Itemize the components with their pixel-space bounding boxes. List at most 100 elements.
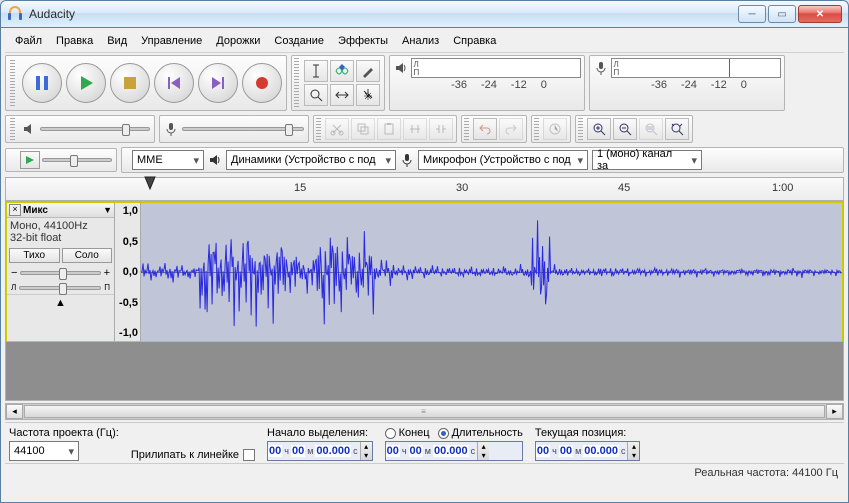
silence-button[interactable] xyxy=(429,118,453,140)
menu-view[interactable]: Вид xyxy=(101,33,133,49)
tools-toolbar: ✳ xyxy=(291,55,385,111)
selection-start-time[interactable]: 00ч 00м 00.000с ▴▾ xyxy=(267,441,373,461)
menu-generate[interactable]: Создание xyxy=(268,33,330,49)
audio-position-time[interactable]: 00ч 00м 00.000с ▴▾ xyxy=(535,441,641,461)
waveform-display[interactable] xyxy=(141,203,842,341)
close-button[interactable]: ✕ xyxy=(798,5,842,23)
paste-button[interactable] xyxy=(377,118,401,140)
stop-button[interactable] xyxy=(110,63,150,103)
playhead-cursor-icon[interactable] xyxy=(144,176,156,190)
timeline-ruler[interactable]: 15 30 45 1:00 xyxy=(5,177,844,201)
playback-meter: ЛП -36 -24 -12 0 xyxy=(389,55,585,111)
pause-button[interactable] xyxy=(22,63,62,103)
toolbar-grip[interactable] xyxy=(10,118,15,140)
draw-tool[interactable] xyxy=(356,60,380,82)
maximize-button[interactable]: ▭ xyxy=(768,5,796,23)
zoom-out-button[interactable] xyxy=(613,118,637,140)
output-device-combo[interactable]: Динамики (Устройство с под▾ xyxy=(226,150,396,170)
sync-lock-button[interactable] xyxy=(543,118,567,140)
toolbar-grip[interactable] xyxy=(10,60,15,106)
undo-button[interactable] xyxy=(473,118,497,140)
meter-tick: -12 xyxy=(511,79,527,91)
mic-icon[interactable] xyxy=(594,61,608,75)
trim-button[interactable] xyxy=(403,118,427,140)
mic-icon xyxy=(400,153,414,167)
ruler-label: 30 xyxy=(456,182,468,194)
input-meter[interactable]: ЛП xyxy=(611,58,781,78)
envelope-tool[interactable] xyxy=(330,60,354,82)
transcription-toolbar xyxy=(5,148,117,172)
speaker-icon[interactable] xyxy=(394,61,408,75)
selection-length-time[interactable]: 00ч 00м 00.000с ▴▾ xyxy=(385,441,523,461)
menu-effect[interactable]: Эффекты xyxy=(332,33,394,49)
menu-transport[interactable]: Управление xyxy=(135,33,208,49)
toolbar-grip[interactable] xyxy=(294,58,299,108)
menu-edit[interactable]: Правка xyxy=(50,33,99,49)
toolbar-grip[interactable] xyxy=(464,118,469,140)
ruler-label: 45 xyxy=(618,182,630,194)
skip-end-button[interactable] xyxy=(198,63,238,103)
audio-host-combo[interactable]: MME▾ xyxy=(132,150,204,170)
menu-analyze[interactable]: Анализ xyxy=(396,33,445,49)
mute-button[interactable]: Тихо xyxy=(9,248,60,263)
end-radio[interactable]: Конец xyxy=(385,427,430,439)
zoom-tool[interactable] xyxy=(304,84,328,106)
copy-button[interactable] xyxy=(351,118,375,140)
track-pan-slider[interactable]: ЛП xyxy=(7,281,114,294)
speaker-icon xyxy=(208,153,222,167)
track-menu-button[interactable]: ▼ xyxy=(103,205,112,215)
toolbar-grip[interactable] xyxy=(316,118,321,140)
multi-tool[interactable]: ✳ xyxy=(356,84,380,106)
minimize-button[interactable]: ─ xyxy=(738,5,766,23)
toolbar-grip[interactable] xyxy=(578,118,583,140)
scroll-right-button[interactable]: ▸ xyxy=(826,404,843,419)
horizontal-scrollbar[interactable]: ◂ ≡ ▸ xyxy=(5,403,844,420)
meter-tick: -36 xyxy=(451,79,467,91)
project-rate-combo[interactable]: 44100▾ xyxy=(9,441,79,461)
zoom-fit-button[interactable] xyxy=(665,118,689,140)
solo-button[interactable]: Соло xyxy=(62,248,113,263)
track-close-button[interactable]: × xyxy=(9,204,21,216)
menu-tracks[interactable]: Дорожки xyxy=(210,33,266,49)
scroll-left-button[interactable]: ◂ xyxy=(6,404,23,419)
zoom-selection-button[interactable] xyxy=(639,118,663,140)
record-button[interactable] xyxy=(242,63,282,103)
app-icon xyxy=(7,6,23,22)
empty-track-area[interactable] xyxy=(6,342,843,400)
window-title: Audacity xyxy=(29,7,738,21)
scroll-thumb[interactable]: ≡ xyxy=(24,405,825,418)
zoom-in-button[interactable] xyxy=(587,118,611,140)
track-name[interactable]: Микс xyxy=(23,205,103,216)
output-meter[interactable]: ЛП xyxy=(411,58,581,78)
project-rate-label: Частота проекта (Гц): xyxy=(9,427,119,439)
meter-tick: 0 xyxy=(541,79,547,91)
selection-tool[interactable] xyxy=(304,60,328,82)
input-volume-slider[interactable] xyxy=(159,115,309,143)
meter-tick: -24 xyxy=(681,79,697,91)
input-channels-combo[interactable]: 1 (моно) канал за▾ xyxy=(592,150,702,170)
audio-track: × Микс ▼ Моно, 44100Hz32-bit float Тихо … xyxy=(6,202,843,342)
toolbar-grip[interactable] xyxy=(534,118,539,140)
snap-checkbox[interactable] xyxy=(243,449,255,461)
device-toolbar: MME▾ Динамики (Устройство с под▾ Микрофо… xyxy=(121,147,844,173)
output-volume-slider[interactable] xyxy=(5,115,155,143)
track-format-label: Моно, 44100Hz32-bit float xyxy=(7,218,114,246)
cut-button[interactable] xyxy=(325,118,349,140)
play-at-speed-button[interactable] xyxy=(20,151,40,169)
mic-icon xyxy=(164,122,178,136)
input-device-combo[interactable]: Микрофон (Устройство с под▾ xyxy=(418,150,588,170)
menu-file[interactable]: Файл xyxy=(9,33,48,49)
length-radio[interactable]: Длительность xyxy=(438,427,523,439)
play-button[interactable] xyxy=(66,63,106,103)
redo-button[interactable] xyxy=(499,118,523,140)
track-gain-slider[interactable]: −+ xyxy=(7,265,114,281)
skip-start-button[interactable] xyxy=(154,63,194,103)
audio-position-label: Текущая позиция: xyxy=(535,427,641,439)
amplitude-scale[interactable]: 1,00,50,0-0,5-1,0 xyxy=(115,203,141,341)
track-control-panel: × Микс ▼ Моно, 44100Hz32-bit float Тихо … xyxy=(7,203,115,341)
menu-help[interactable]: Справка xyxy=(447,33,502,49)
track-collapse-button[interactable]: ▲ xyxy=(7,294,114,311)
sync-toolbar xyxy=(531,115,571,143)
timeshift-tool[interactable] xyxy=(330,84,354,106)
edit-toolbar xyxy=(313,115,457,143)
